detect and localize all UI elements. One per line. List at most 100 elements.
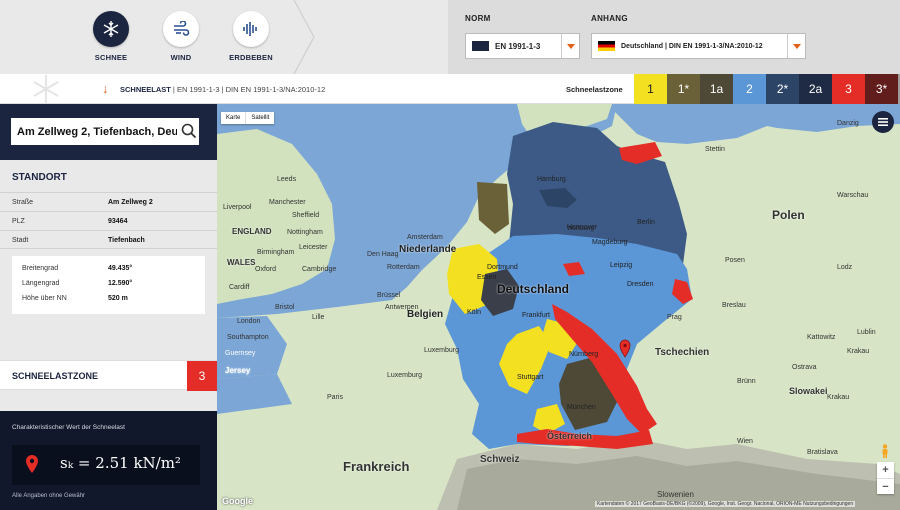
zone-legend: 11*1a22*2a33*N/A xyxy=(634,74,900,104)
map-view[interactable]: Deutschland Polen Tschechien Frankreich Belg… xyxy=(217,104,900,510)
soundwave-icon xyxy=(233,11,269,47)
zoom-in-button[interactable]: + xyxy=(877,462,894,478)
map-city-label: Bristol xyxy=(275,304,295,311)
norm-select[interactable]: EN 1991-1-3 xyxy=(465,33,580,59)
address-row: PLZ 93464 xyxy=(0,211,217,230)
map-city-label: Cambridge xyxy=(302,266,337,273)
map-city-label: Leipzig xyxy=(610,262,633,269)
address-key: Stadt xyxy=(12,237,29,244)
result-value-box: sₖ = 2.51 kN/m² xyxy=(12,445,200,485)
chevron-down-icon xyxy=(561,34,579,58)
zone-legend-item: 3 xyxy=(832,74,865,104)
anhang-label: ANHANG xyxy=(591,14,628,23)
map-city-label: Lille xyxy=(312,314,325,321)
map-city-label: Berlin xyxy=(637,219,655,226)
hazard-label: ERDBEBEN xyxy=(229,53,273,62)
snow-load-value: sₖ = 2.51 kN/m² xyxy=(60,454,181,472)
snowflake-icon xyxy=(93,11,129,47)
map-city-label: Brüssel xyxy=(377,292,401,299)
map-city-label: Wien xyxy=(737,438,753,445)
breadcrumb: SCHNEELAST | EN 1991-1-3 | DIN EN 1991-1… xyxy=(120,85,325,94)
map-canvas[interactable] xyxy=(217,104,900,510)
hazard-label: WIND xyxy=(170,53,192,62)
map-city-label: Nürnberg xyxy=(569,351,599,358)
zone-legend-label: Schneelastzone xyxy=(566,85,623,94)
result-caption: Charakteristischer Wert der Schneelast xyxy=(12,424,125,431)
location-pin-icon xyxy=(26,455,38,473)
address-value: Am Zellweg 2 xyxy=(108,199,153,206)
search-icon[interactable] xyxy=(181,123,197,139)
map-country-label: ENGLAND xyxy=(232,227,272,236)
map-city-label: Lodz xyxy=(837,264,853,271)
zoom-control: + − xyxy=(877,462,894,494)
coord-value: 12.590° xyxy=(108,280,133,287)
map-city-label: Birmingham xyxy=(257,249,295,256)
map-type-satellit[interactable]: Satellit xyxy=(245,112,274,124)
coordinates-box: Breitengrad 49.435° Längengrad 12.590° Höh… xyxy=(12,256,205,314)
map-country-label: Slowakei xyxy=(789,386,828,396)
address-row: Straße Am Zellweg 2 xyxy=(0,192,217,211)
map-copyright: Kartendaten © 2017 GeoBasis-DE/BKG (©200… xyxy=(595,501,856,507)
zone-legend-item: 1 xyxy=(634,74,667,104)
map-city-label: Southampton xyxy=(227,334,269,341)
map-city-label: Hamburg xyxy=(537,176,566,183)
search-input[interactable] xyxy=(11,118,199,145)
map-type-karte[interactable]: Karte xyxy=(221,112,245,124)
search-panel xyxy=(0,104,217,160)
germany-flag-icon xyxy=(598,41,615,51)
address-key: Straße xyxy=(12,199,34,206)
zoom-out-button[interactable]: − xyxy=(877,478,894,494)
coord-key: Höhe über NN xyxy=(22,295,67,302)
coord-value: 520 m xyxy=(108,295,128,302)
coord-row: Breitengrad 49.435° xyxy=(22,265,202,272)
layers-icon[interactable] xyxy=(872,111,894,133)
address-key: PLZ xyxy=(12,218,25,225)
coord-key: Längengrad xyxy=(22,280,60,287)
map-city-label: Bratislava xyxy=(807,449,838,456)
disclaimer: Alle Angaben ohne Gewähr xyxy=(12,493,86,499)
coord-row: Höhe über NN 520 m xyxy=(22,295,202,302)
map-city-label: Prag xyxy=(667,314,682,321)
zone-legend-item: 2 xyxy=(733,74,766,104)
map-country-label: Schweiz xyxy=(480,454,520,465)
map-city-label: Antwerpen xyxy=(385,304,419,311)
map-city-label: Cardiff xyxy=(229,284,250,291)
map-country-label: Polen xyxy=(772,208,805,222)
top-header: SCHNEE WIND ERDBEBEN NORM EN 1991-1-3 AN… xyxy=(0,0,900,74)
google-logo: Google xyxy=(222,496,253,506)
pegman-icon[interactable] xyxy=(880,444,890,458)
map-city-label: Stuttgart xyxy=(517,374,544,381)
hazard-tab-wind[interactable]: WIND xyxy=(151,11,211,62)
map-city-label: Köln xyxy=(467,309,482,316)
map-country-label: Österreich xyxy=(547,431,593,441)
map-city-label: Oxford xyxy=(255,266,277,273)
address-value: Tiefenbach xyxy=(108,237,145,244)
map-city-label: Luxemburg xyxy=(387,372,423,379)
zone-legend-item: 1* xyxy=(667,74,700,104)
chevron-right-icon xyxy=(293,0,315,74)
map-city-label: Brünn xyxy=(737,378,756,385)
map-country-label: Slowenien xyxy=(657,490,694,499)
zone-legend-item: 3* xyxy=(865,74,898,104)
map-country-label: Tschechien xyxy=(655,347,710,358)
map-city-label: Danzig xyxy=(837,120,859,127)
map-city-label: Sheffield xyxy=(292,212,320,219)
address-value: 93464 xyxy=(108,218,128,225)
sidebar: STANDORT Straße Am Zellweg 2 PLZ 93464 S… xyxy=(0,104,217,510)
norm-panel: NORM EN 1991-1-3 ANHANG Deutschland | DI… xyxy=(448,0,900,74)
map-city-label: Ostrava xyxy=(792,364,817,371)
schneelastzone-label: SCHNEELASTZONE xyxy=(12,371,99,381)
wind-icon xyxy=(163,11,199,47)
norm-value: EN 1991-1-3 xyxy=(495,41,541,51)
result-panel: Charakteristischer Wert der Schneelast s… xyxy=(0,411,217,510)
standort-title: STANDORT xyxy=(12,172,67,183)
hazard-tab-schnee[interactable]: SCHNEE xyxy=(81,11,141,62)
map-city-label: Den Haag xyxy=(367,251,399,258)
norm-label: NORM xyxy=(465,14,491,23)
anhang-select[interactable]: Deutschland | DIN EN 1991-1-3/NA:2010-12 xyxy=(591,33,806,59)
hazard-tab-erdbeben[interactable]: ERDBEBEN xyxy=(221,11,281,62)
hazard-label: SCHNEE xyxy=(94,53,128,62)
map-country-label: Niederlande xyxy=(399,244,457,255)
map-city-label: Wolfsburg xyxy=(567,226,594,232)
eu-flag-icon xyxy=(472,41,489,51)
